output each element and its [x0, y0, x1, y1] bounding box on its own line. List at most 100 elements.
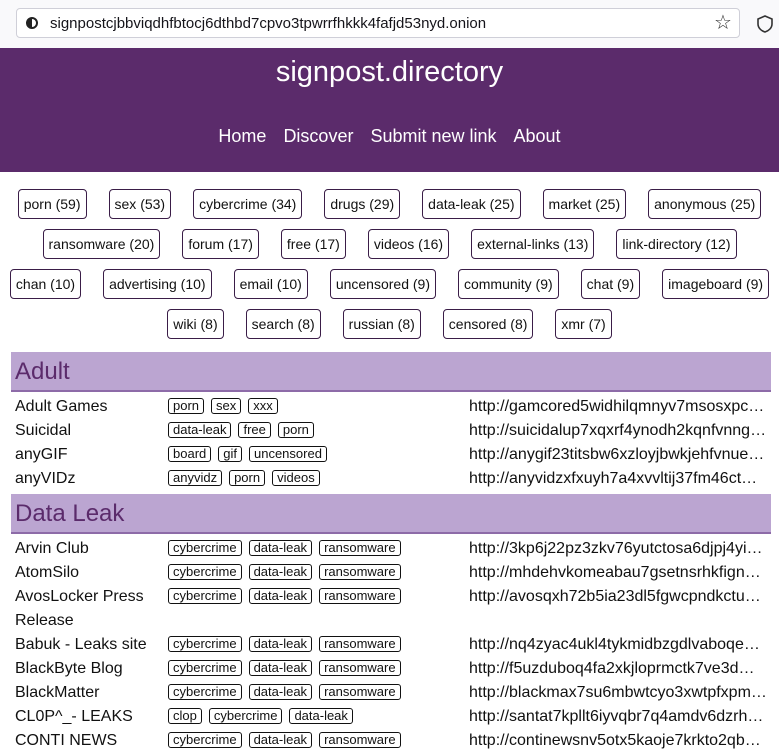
link-tag[interactable]: cybercrime	[168, 684, 242, 700]
link-tag[interactable]: ransomware	[319, 564, 401, 580]
tag-chip[interactable]: anonymous (25)	[648, 189, 762, 219]
link-tag[interactable]: ransomware	[319, 684, 401, 700]
link-tag[interactable]: cybercrime	[168, 636, 242, 652]
tag-chip[interactable]: advertising (10)	[103, 269, 212, 299]
link-tag[interactable]: sex	[211, 398, 242, 414]
link-url[interactable]: http://anyvidzxfxuyh7a4xvvltij37fm46ctwx…	[469, 467, 767, 491]
link-tag[interactable]: data-leak	[248, 684, 313, 700]
link-name[interactable]: Babuk - Leaks site	[15, 633, 165, 657]
link-tag[interactable]: videos	[272, 470, 320, 486]
link-tag[interactable]: free	[238, 422, 271, 438]
bookmark-star-icon[interactable]: ☆	[711, 11, 735, 35]
tag-chip[interactable]: porn (59)	[17, 189, 87, 219]
tag-chip[interactable]: search (8)	[245, 309, 321, 339]
tag-chip[interactable]: xmr (7)	[555, 309, 612, 339]
link-url[interactable]: http://suicidalup7xqxrf4ynodh2kqnfvnngxy…	[469, 419, 767, 443]
link-url[interactable]: http://gamcored5widhilqmnyv7msosxpcxyz.o…	[469, 395, 767, 419]
link-tag[interactable]: cybercrime	[168, 660, 242, 676]
link-tag[interactable]: uncensored	[248, 446, 327, 462]
link-name[interactable]: Arvin Club	[15, 537, 165, 561]
tag-chip[interactable]: censored (8)	[442, 309, 534, 339]
link-tag[interactable]: data-leak	[248, 564, 313, 580]
link-tag[interactable]: data-leak	[248, 732, 313, 748]
link-url[interactable]: http://mhdehvkomeabau7gsetnsrhkfign4xyz.…	[469, 561, 767, 585]
link-tag[interactable]: ransomware	[319, 588, 401, 604]
tag-chip[interactable]: community (9)	[457, 269, 559, 299]
tag-chip[interactable]: email (10)	[233, 269, 308, 299]
shield-icon[interactable]	[755, 14, 775, 34]
link-name[interactable]: anyGIF	[15, 443, 165, 467]
address-bar[interactable]: signpostcjbbviqdhfbtocj6dthbd7cpvo3tpwrr…	[16, 8, 740, 38]
link-url[interactable]: http://3kp6j22pz3zkv76yutctosa6djpj4yixy…	[469, 537, 767, 561]
link-name[interactable]: CONTI NEWS	[15, 729, 165, 753]
link-tag[interactable]: xxx	[248, 398, 278, 414]
tag-chip[interactable]: link-directory (12)	[616, 229, 737, 259]
link-tag[interactable]: cybercrime	[208, 708, 283, 724]
link-row: AtomSilo cybercrime data-leak ransomware htt…	[11, 560, 771, 584]
nav-home[interactable]: Home	[218, 126, 266, 147]
tag-chip[interactable]: wiki (8)	[167, 309, 224, 339]
tag-chip[interactable]: imageboard (9)	[662, 269, 770, 299]
link-tag[interactable]: data-leak	[248, 540, 313, 556]
tag-chip[interactable]: ransomware (20)	[42, 229, 161, 259]
tag-chip[interactable]: forum (17)	[182, 229, 259, 259]
link-tag[interactable]: data-leak	[248, 636, 313, 652]
tag-chip[interactable]: videos (16)	[367, 229, 450, 259]
tag-chip[interactable]: chat (9)	[580, 269, 641, 299]
tag-chip[interactable]: free (17)	[280, 229, 346, 259]
link-tag[interactable]: data-leak	[289, 708, 353, 724]
link-url[interactable]: http://nq4zyac4ukl4tykmidbzgdlvaboqeqxyz…	[469, 633, 767, 657]
link-tag[interactable]: data-leak	[248, 588, 313, 604]
link-url[interactable]: http://santat7kpllt6iyvqbr7q4amdv6dzrh6x…	[469, 705, 767, 729]
address-url[interactable]: signpostcjbbviqdhfbtocj6dthbd7cpvo3tpwrr…	[50, 15, 486, 32]
link-tag[interactable]: porn	[277, 422, 314, 438]
link-tag[interactable]: board	[168, 446, 212, 462]
tag-chip[interactable]: market (25)	[542, 189, 627, 219]
link-name[interactable]: CL0P^_- LEAKS	[15, 705, 165, 729]
link-tag[interactable]: anyvidz	[168, 470, 223, 486]
link-name[interactable]: Suicidal	[15, 419, 165, 443]
link-name[interactable]: AtomSilo	[15, 561, 165, 585]
nav-submit-new-link[interactable]: Submit new link	[370, 126, 496, 147]
link-tags: anyvidz porn videos	[168, 470, 320, 486]
link-tag[interactable]: ransomware	[319, 732, 401, 748]
link-tag[interactable]: cybercrime	[168, 732, 242, 748]
link-url[interactable]: http://anygif23titsbw6xzloyjbwkjehfvnuej…	[469, 443, 767, 467]
link-tag[interactable]: cybercrime	[168, 540, 242, 556]
tag-chip[interactable]: uncensored (9)	[329, 269, 436, 299]
tag-chip[interactable]: drugs (29)	[324, 189, 401, 219]
link-tag[interactable]: gif	[218, 446, 242, 462]
tag-chip[interactable]: chan (10)	[9, 269, 82, 299]
tag-chip[interactable]: sex (53)	[108, 189, 172, 219]
link-tag[interactable]: ransomware	[319, 540, 401, 556]
tag-chip[interactable]: external-links (13)	[471, 229, 595, 259]
tag-chip[interactable]: data-leak (25)	[422, 189, 521, 219]
site-header: signpost.directory Home Discover Submit …	[0, 48, 779, 172]
link-tag[interactable]: ransomware	[319, 660, 401, 676]
browser-toolbar: signpostcjbbviqdhfbtocj6dthbd7cpvo3tpwrr…	[0, 0, 779, 49]
onion-site-icon[interactable]	[26, 17, 38, 29]
nav-discover[interactable]: Discover	[283, 126, 353, 147]
link-tag[interactable]: ransomware	[319, 636, 401, 652]
link-tag[interactable]: data-leak	[248, 660, 313, 676]
link-url[interactable]: http://avosqxh72b5ia23dl5fgwcpndkctuzxyz…	[469, 585, 767, 609]
nav-about[interactable]: About	[514, 126, 561, 147]
site-title[interactable]: signpost.directory	[0, 56, 779, 89]
link-url[interactable]: http://continewsnv5otx5kaoje7krkto2qbuxy…	[469, 729, 767, 753]
link-tag[interactable]: clop	[168, 708, 202, 724]
link-url[interactable]: http://f5uzduboq4fa2xkjloprmctk7ve3dmxyz…	[469, 657, 767, 681]
link-tag[interactable]: porn	[168, 398, 205, 414]
link-name[interactable]: BlackByte Blog	[15, 657, 165, 681]
link-tag[interactable]: cybercrime	[168, 588, 242, 604]
link-tags: cybercrime data-leak ransomware	[168, 636, 401, 652]
link-name[interactable]: AvosLocker Press Release	[15, 585, 165, 633]
link-tag[interactable]: cybercrime	[168, 564, 242, 580]
link-tag[interactable]: porn	[229, 470, 266, 486]
link-tag[interactable]: data-leak	[168, 422, 232, 438]
tag-chip[interactable]: cybercrime (34)	[193, 189, 303, 219]
tag-chip[interactable]: russian (8)	[342, 309, 421, 339]
link-name[interactable]: anyVIDz	[15, 467, 165, 491]
link-name[interactable]: Adult Games	[15, 395, 165, 419]
link-name[interactable]: BlackMatter	[15, 681, 165, 705]
link-url[interactable]: http://blackmax7su6mbwtcyo3xwtpfxpmxyz.o…	[469, 681, 767, 705]
